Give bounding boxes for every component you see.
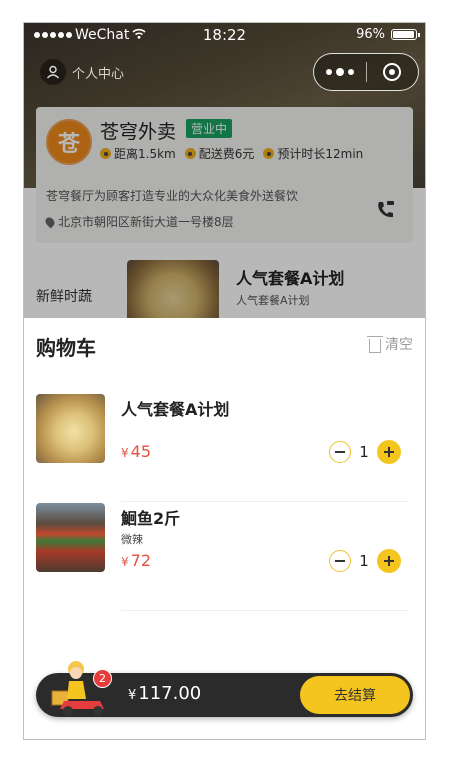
user-icon <box>40 59 66 85</box>
quantity-stepper: 1 <box>329 440 401 464</box>
battery-percent: 96% <box>356 27 385 42</box>
more-options-button[interactable] <box>314 67 366 76</box>
cart-item-name: 人气套餐A计划 <box>121 400 230 419</box>
cart-item-price: ¥72 <box>121 551 151 570</box>
cart-item-image <box>36 503 105 572</box>
cart-title: 购物车 <box>36 336 96 360</box>
increase-button[interactable] <box>377 549 401 573</box>
cart-total: ¥117.00 <box>128 683 202 704</box>
trash-icon <box>367 335 383 353</box>
phone-frame: WeChat 18:22 96% 个人中心 苍 苍穹外卖 营业中 距离1.5km… <box>23 22 426 740</box>
cart-item-name: 鮰鱼2斤 <box>121 509 181 528</box>
cart-item-flavor: 微辣 <box>121 533 143 546</box>
cart-count-badge: 2 <box>93 669 112 688</box>
delivery-rider-icon[interactable] <box>50 655 112 721</box>
quantity-value: 1 <box>359 443 369 461</box>
clear-label: 清空 <box>385 337 413 353</box>
top-nav: 个人中心 <box>24 53 425 93</box>
close-miniprogram-button[interactable] <box>367 63 419 81</box>
personal-center-label: 个人中心 <box>72 66 125 82</box>
personal-center-link[interactable]: 个人中心 <box>40 59 124 85</box>
status-bar: WeChat 18:22 96% <box>24 23 425 49</box>
quantity-value: 1 <box>359 552 369 570</box>
cart-item-image <box>36 394 105 463</box>
cart-item-price: ¥45 <box>121 442 151 461</box>
decrease-button[interactable] <box>329 441 351 463</box>
target-icon <box>383 63 402 81</box>
checkout-button[interactable]: 去结算 <box>300 676 410 714</box>
clear-cart-button[interactable]: 清空 <box>367 334 413 354</box>
increase-button[interactable] <box>377 440 401 464</box>
miniprogram-capsule <box>313 53 419 91</box>
quantity-stepper: 1 <box>329 549 401 573</box>
cart-item: 人气套餐A计划 ¥45 1 <box>36 394 413 502</box>
battery-icon <box>391 29 420 40</box>
decrease-button[interactable] <box>329 550 351 572</box>
cart-item: 鮰鱼2斤 微辣 ¥72 1 <box>36 503 413 611</box>
